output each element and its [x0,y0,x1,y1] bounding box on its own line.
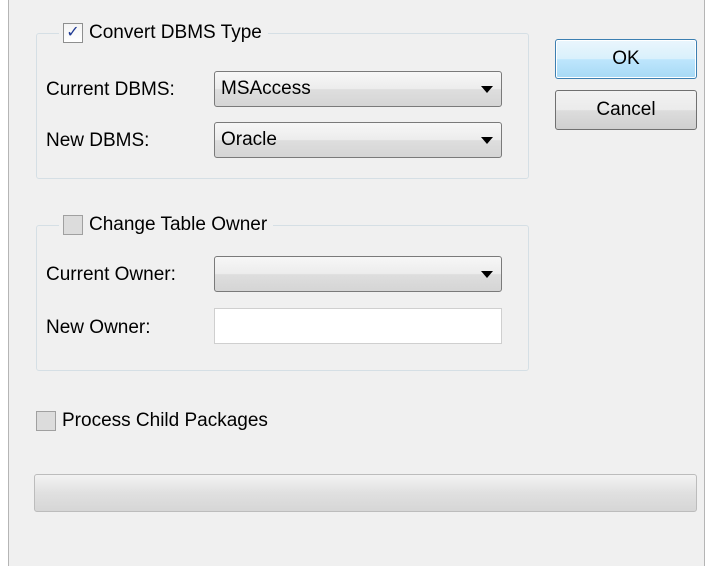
checkmark-icon: ✓ [66,24,80,41]
chevron-down-icon [481,271,493,278]
table-owner-header: Change Table Owner [59,212,274,238]
table-owner-group: Change Table Owner Current Owner: New Ow… [36,212,529,371]
dialog-window: ✓ Convert DBMS Type Current DBMS: MSAcce… [8,0,705,566]
current-dbms-select[interactable]: MSAccess [214,71,502,107]
new-dbms-label: New DBMS: [46,130,150,151]
change-owner-checkbox[interactable] [63,215,83,235]
convert-dbms-checkbox[interactable]: ✓ [63,23,83,43]
current-owner-select[interactable] [214,256,502,292]
chevron-down-icon [481,137,493,144]
cancel-button-label: Cancel [596,99,656,120]
ok-button[interactable]: OK [555,39,697,79]
new-dbms-value: Oracle [221,129,277,150]
convert-dbms-title: Convert DBMS Type [89,22,262,43]
convert-dbms-group: ✓ Convert DBMS Type Current DBMS: MSAcce… [36,20,529,179]
process-child-row: Process Child Packages [36,410,268,432]
table-owner-title: Change Table Owner [89,214,268,235]
new-owner-label: New Owner: [46,317,151,338]
current-dbms-value: MSAccess [221,78,311,99]
current-dbms-label: Current DBMS: [46,79,175,100]
new-owner-input[interactable] [214,308,502,344]
process-child-label[interactable]: Process Child Packages [62,410,268,432]
progress-bar [34,474,697,512]
cancel-button[interactable]: Cancel [555,90,697,130]
new-dbms-select[interactable]: Oracle [214,122,502,158]
current-owner-label: Current Owner: [46,264,176,285]
process-child-checkbox[interactable] [36,411,56,431]
chevron-down-icon [481,86,493,93]
convert-dbms-header: ✓ Convert DBMS Type [59,20,268,46]
ok-button-label: OK [612,48,640,69]
